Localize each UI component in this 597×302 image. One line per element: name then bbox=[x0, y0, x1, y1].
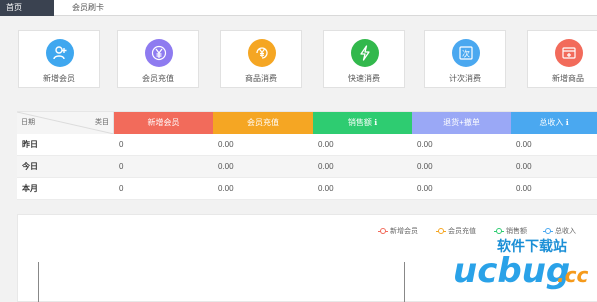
tile-add-member[interactable]: 新增会员 bbox=[18, 30, 100, 88]
row-date: 今日 bbox=[22, 162, 38, 171]
table-cell: 0.00 bbox=[516, 162, 532, 171]
tab-member-card[interactable]: 会员刷卡 bbox=[58, 0, 118, 16]
table-cell: 0.00 bbox=[218, 140, 234, 149]
corner-category-label: 类目 bbox=[95, 119, 109, 126]
table-cell: 0.00 bbox=[218, 184, 234, 193]
tile-label: 新增商品 bbox=[552, 74, 584, 83]
column-header-new-member: 新增会员 bbox=[114, 112, 213, 134]
svg-text:次: 次 bbox=[462, 49, 470, 59]
row-date: 本月 bbox=[22, 184, 38, 193]
table-cell: 0.00 bbox=[417, 162, 433, 171]
table-row: 本月 0 0.00 0.00 0.00 0.00 bbox=[17, 178, 597, 200]
column-header-refund: 退货+撤单 bbox=[412, 112, 511, 134]
tile-label: 新增会员 bbox=[43, 74, 75, 83]
table-corner-cell: 日期 类目 bbox=[17, 112, 114, 134]
row-date: 昨日 bbox=[22, 140, 38, 149]
chart-axis-right bbox=[404, 262, 405, 302]
watermark-tld-text: .cc bbox=[557, 263, 588, 287]
table-cell: 0.00 bbox=[516, 140, 532, 149]
table-header-row: 日期 类目 新增会员 会员充值 销售额 ℹ 退货+撤单 总收入 ℹ bbox=[17, 112, 597, 134]
legend-label: 新增会员 bbox=[390, 228, 418, 235]
watermark-brand-text: ucbug bbox=[453, 251, 570, 291]
tab-home-label: 首页 bbox=[6, 3, 22, 12]
table-cell: 0.00 bbox=[318, 184, 334, 193]
tile-add-goods[interactable]: 新增商品 bbox=[527, 30, 597, 88]
count-card-icon: 次 bbox=[452, 39, 480, 67]
corner-date-label: 日期 bbox=[21, 119, 35, 126]
summary-table: 日期 类目 新增会员 会员充值 销售额 ℹ 退货+撤单 总收入 ℹ 昨日 0 0… bbox=[17, 111, 597, 200]
table-cell: 0 bbox=[119, 140, 124, 149]
column-header-sales: 销售额 ℹ bbox=[313, 112, 412, 134]
tab-bar: 首页 会员刷卡 bbox=[0, 0, 597, 16]
lightning-icon bbox=[351, 39, 379, 67]
legend-item-new-member[interactable]: .m0::before{background:#f26b5b;} .m0::af… bbox=[378, 226, 418, 236]
tile-member-recharge[interactable]: 会员充值 bbox=[117, 30, 199, 88]
table-cell: 0 bbox=[119, 184, 124, 193]
yen-recharge-icon bbox=[145, 39, 173, 67]
tile-count-consume[interactable]: 次 计次消费 bbox=[424, 30, 506, 88]
table-cell: 0.00 bbox=[516, 184, 532, 193]
yen-consume-icon bbox=[248, 39, 276, 67]
tile-quick-consume[interactable]: 快速消费 bbox=[323, 30, 405, 88]
tile-goods-consume[interactable]: 商品消费 bbox=[220, 30, 302, 88]
tile-label: 快速消费 bbox=[348, 74, 380, 83]
table-cell: 0.00 bbox=[417, 184, 433, 193]
table-row: 今日 0 0.00 0.00 0.00 0.00 bbox=[17, 156, 597, 178]
legend-marker-icon: .m0::before{background:#f26b5b;} .m0::af… bbox=[378, 228, 388, 234]
table-cell: 0.00 bbox=[318, 162, 334, 171]
tile-label: 会员充值 bbox=[142, 74, 174, 83]
add-goods-icon bbox=[555, 39, 583, 67]
table-cell: 0 bbox=[119, 162, 124, 171]
tile-label: 商品消费 bbox=[245, 74, 277, 83]
watermark-logo: 软件下载站 ucbug .cc bbox=[453, 238, 588, 291]
table-cell: 0.00 bbox=[417, 140, 433, 149]
table-cell: 0.00 bbox=[318, 140, 334, 149]
column-header-total-income: 总收入 ℹ bbox=[511, 112, 597, 134]
tile-label: 计次消费 bbox=[449, 74, 481, 83]
chart-axis-left bbox=[38, 262, 39, 302]
table-cell: 0.00 bbox=[218, 162, 234, 171]
tab-home[interactable]: 首页 bbox=[0, 0, 54, 16]
table-row: 昨日 0 0.00 0.00 0.00 0.00 bbox=[17, 134, 597, 156]
column-header-member-recharge: 会员充值 bbox=[213, 112, 313, 134]
add-member-icon bbox=[46, 39, 74, 67]
dashboard-page: 首页 会员刷卡 新增会员 会员充值 商品消费 快速消费 次 计次消费 新增商品 … bbox=[0, 0, 597, 302]
